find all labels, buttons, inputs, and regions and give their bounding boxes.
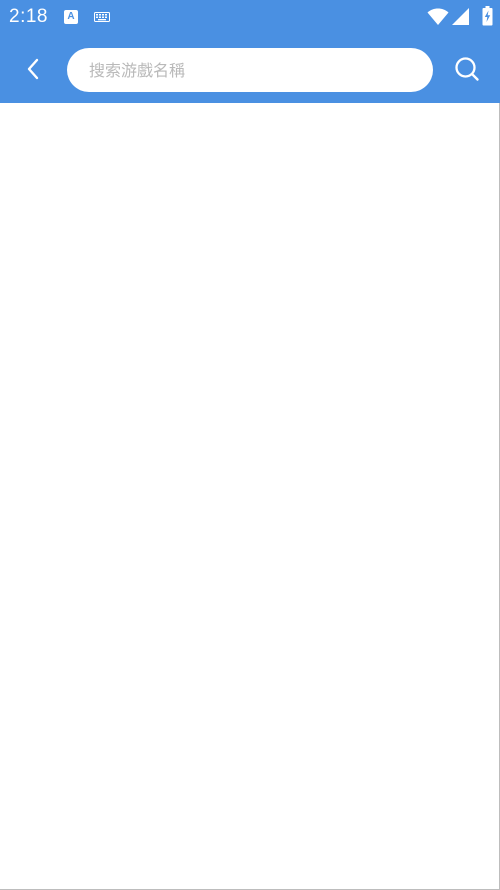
status-bar: 2:18 A xyxy=(0,0,500,34)
cellular-signal-icon xyxy=(452,8,469,25)
search-input[interactable] xyxy=(67,48,433,92)
battery-charging-icon xyxy=(482,6,493,26)
search-icon xyxy=(455,57,479,81)
screen: 2:18 A xyxy=(0,0,500,890)
system-status-icons xyxy=(420,0,500,34)
search-button[interactable] xyxy=(448,50,486,88)
keyboard-icon xyxy=(94,12,110,22)
status-time: 2:18 xyxy=(9,6,48,27)
search-app-bar xyxy=(0,34,500,103)
wifi-icon xyxy=(427,8,449,25)
search-results-area xyxy=(0,103,499,889)
back-button[interactable] xyxy=(14,50,52,88)
a-notification-icon: A xyxy=(64,10,78,24)
chevron-left-icon xyxy=(27,58,39,80)
